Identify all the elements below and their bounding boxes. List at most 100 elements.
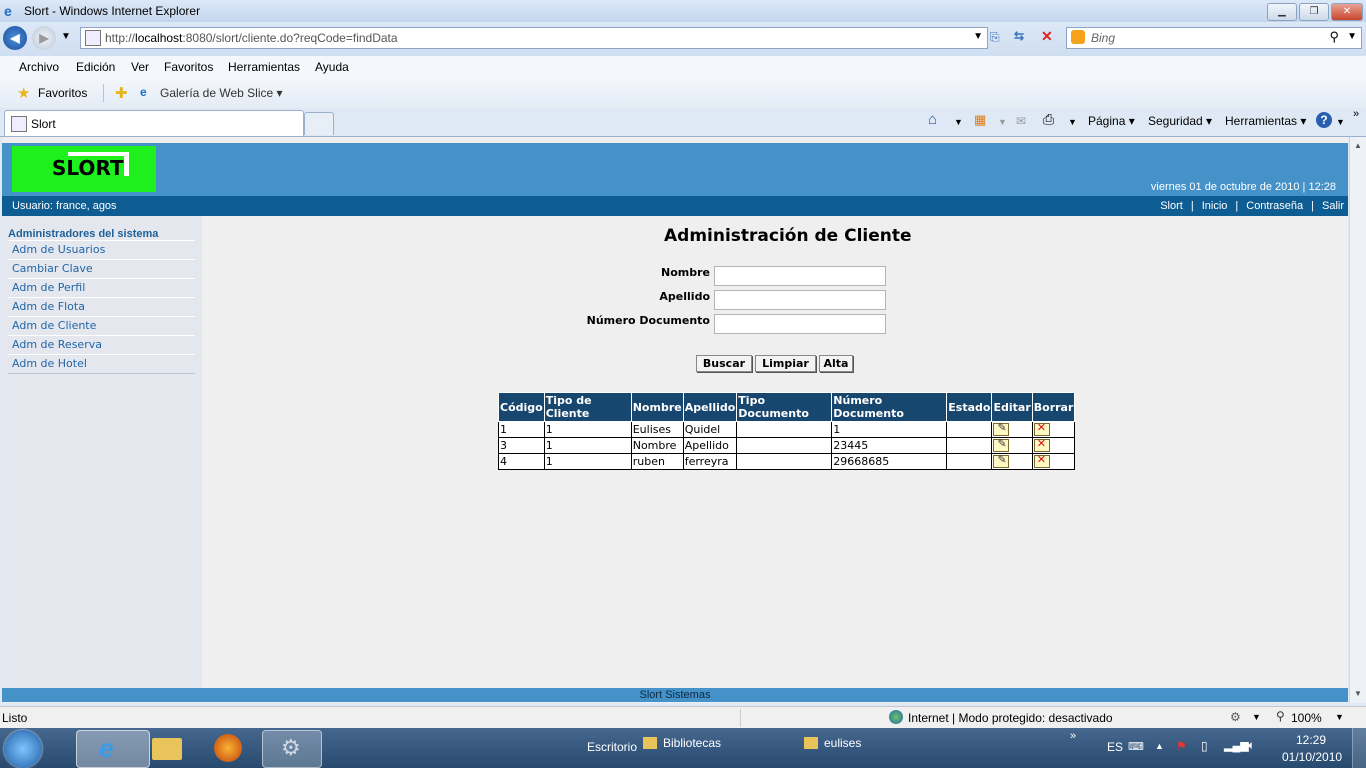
feeds-icon[interactable]: ▦	[974, 112, 986, 128]
refresh-icon[interactable]: ⇆	[1014, 29, 1024, 43]
chevron-more-icon[interactable]: »	[1353, 108, 1359, 120]
action-center-icon[interactable]: ⚑	[1176, 739, 1187, 753]
edit-icon[interactable]	[993, 453, 1010, 469]
menu-archivo[interactable]: Archivo	[19, 60, 59, 74]
divider	[740, 709, 741, 727]
clock-date[interactable]: 01/10/2010	[1282, 750, 1342, 764]
documento-field[interactable]	[714, 314, 886, 334]
cell-codigo: 1	[498, 421, 545, 438]
toolbar-eulises[interactable]: eulises	[824, 736, 861, 750]
toolbar-escritorio[interactable]: Escritorio	[587, 740, 637, 754]
zoom-dropdown-icon[interactable]: ▼	[1335, 712, 1344, 722]
battery-icon[interactable]: ▯	[1201, 739, 1208, 753]
menu-herramientas[interactable]: Herramientas	[228, 60, 300, 74]
vertical-scrollbar[interactable]: ▲ ▼	[1349, 137, 1366, 703]
print-icon[interactable]: ⎙	[1043, 111, 1054, 128]
col-tipo-documento: Tipo Documento	[736, 392, 833, 422]
taskbar-control-panel[interactable]: ⚙	[262, 730, 322, 768]
address-dropdown-icon[interactable]: ▼	[973, 31, 983, 42]
mail-icon[interactable]: ✉	[1016, 114, 1026, 128]
add-favorites-icon[interactable]: ✚	[115, 84, 128, 102]
sidebar-item-cliente[interactable]: Adm de Cliente	[8, 316, 195, 336]
search-icon[interactable]: ⚲	[1329, 29, 1339, 45]
site-footer: Slort Sistemas	[2, 688, 1348, 702]
keyboard-icon[interactable]: ⌨	[1128, 740, 1144, 753]
page-menu[interactable]: Página ▾	[1088, 114, 1135, 128]
sidebar: Administradores del sistema Adm de Usuar…	[2, 216, 202, 688]
tools-menu[interactable]: Herramientas ▾	[1225, 114, 1306, 128]
help-icon[interactable]: ?	[1316, 112, 1332, 128]
ie-icon: e	[99, 733, 114, 763]
minimize-button[interactable]: ▁	[1267, 3, 1297, 21]
sidebar-item-cambiar-clave[interactable]: Cambiar Clave	[8, 259, 195, 279]
maximize-button[interactable]: ❐	[1299, 3, 1329, 21]
forward-button[interactable]: ▶	[32, 26, 56, 50]
delete-icon[interactable]	[1033, 453, 1050, 469]
network-icon[interactable]: ▂▄▆	[1224, 739, 1249, 752]
clock-time[interactable]: 12:29	[1296, 733, 1326, 747]
protected-dropdown-icon[interactable]: ▼	[1252, 712, 1261, 722]
sidebar-item-reserva[interactable]: Adm de Reserva	[8, 335, 195, 355]
limpiar-button[interactable]: Limpiar	[755, 355, 816, 372]
sidebar-item-usuarios[interactable]: Adm de Usuarios	[8, 240, 195, 260]
zoom-level[interactable]: 100%	[1291, 711, 1322, 725]
col-borrar: Borrar	[1031, 392, 1076, 422]
security-menu[interactable]: Seguridad ▾	[1148, 114, 1212, 128]
library-icon	[643, 737, 657, 749]
scroll-down-icon[interactable]: ▼	[1354, 689, 1362, 698]
edit-icon[interactable]	[993, 421, 1010, 437]
language-indicator[interactable]: ES	[1107, 740, 1123, 754]
apellido-field[interactable]	[714, 290, 886, 310]
table-row: 4 1 ruben ferreyra 29668685	[498, 453, 1076, 470]
menu-edicion[interactable]: Edición	[76, 60, 115, 74]
menu-favoritos[interactable]: Favoritos	[164, 60, 213, 74]
stop-icon[interactable]: ✕	[1041, 28, 1053, 45]
sidebar-item-perfil[interactable]: Adm de Perfil	[8, 278, 195, 298]
delete-icon[interactable]	[1033, 437, 1050, 453]
help-dropdown-icon[interactable]: ▼	[1336, 117, 1345, 127]
show-hidden-icons[interactable]: ▲	[1155, 741, 1164, 751]
favorites-button[interactable]: Favoritos	[38, 86, 87, 100]
scroll-up-icon[interactable]: ▲	[1354, 141, 1362, 150]
link-inicio[interactable]: Inicio	[1202, 200, 1228, 212]
feeds-dropdown-icon[interactable]: ▼	[998, 117, 1007, 127]
home-icon[interactable]: ⌂	[928, 111, 937, 128]
menu-ayuda[interactable]: Ayuda	[315, 60, 349, 74]
cell-apellido: Apellido	[682, 437, 738, 454]
toolbar-more-icon[interactable]: »	[1070, 730, 1076, 742]
new-tab-button[interactable]	[304, 112, 334, 135]
show-desktop-button[interactable]	[1352, 728, 1366, 768]
protected-mode-icon[interactable]: ⚙	[1230, 710, 1241, 724]
compatibility-icon[interactable]: ⎘	[990, 30, 1000, 45]
home-dropdown-icon[interactable]: ▼	[954, 117, 963, 127]
taskbar-ie[interactable]: e	[76, 730, 150, 768]
print-dropdown-icon[interactable]: ▼	[1068, 117, 1077, 127]
search-box[interactable]: Bing ⚲ ▼	[1066, 27, 1362, 49]
delete-icon[interactable]	[1033, 421, 1050, 437]
zoom-icon[interactable]: ⚲	[1276, 709, 1285, 723]
cell-editar	[991, 437, 1033, 454]
edit-icon[interactable]	[993, 437, 1010, 453]
link-contrasena[interactable]: Contraseña	[1246, 200, 1303, 212]
volume-icon[interactable]: 🔈︎	[1248, 738, 1255, 753]
webslice-gallery[interactable]: Galería de Web Slice ▾	[160, 86, 283, 100]
menu-ver[interactable]: Ver	[131, 60, 149, 74]
tab-slort[interactable]: Slort	[4, 110, 304, 136]
link-slort[interactable]: Slort	[1160, 200, 1183, 212]
toolbar-bibliotecas[interactable]: Bibliotecas	[663, 736, 721, 750]
search-dropdown-icon[interactable]: ▼	[1347, 31, 1357, 42]
alta-button[interactable]: Alta	[819, 355, 853, 372]
close-window-button[interactable]: ✕	[1331, 3, 1363, 21]
nombre-field[interactable]	[714, 266, 886, 286]
recent-pages-dropdown[interactable]: ▼	[61, 31, 71, 42]
col-tipo-cliente: Tipo de Cliente	[543, 392, 632, 422]
cell-numero-documento: 23445	[831, 437, 948, 454]
address-bar[interactable]: http://localhost:8080/slort/cliente.do?r…	[80, 27, 988, 49]
sidebar-item-hotel[interactable]: Adm de Hotel	[8, 354, 195, 374]
status-bar: Listo Internet | Modo protegido: desacti…	[0, 706, 1366, 729]
back-button[interactable]: ◀	[3, 26, 27, 50]
sidebar-item-flota[interactable]: Adm de Flota	[8, 297, 195, 317]
start-button[interactable]	[4, 730, 42, 768]
link-salir[interactable]: Salir	[1322, 200, 1344, 212]
buscar-button[interactable]: Buscar	[696, 355, 752, 372]
